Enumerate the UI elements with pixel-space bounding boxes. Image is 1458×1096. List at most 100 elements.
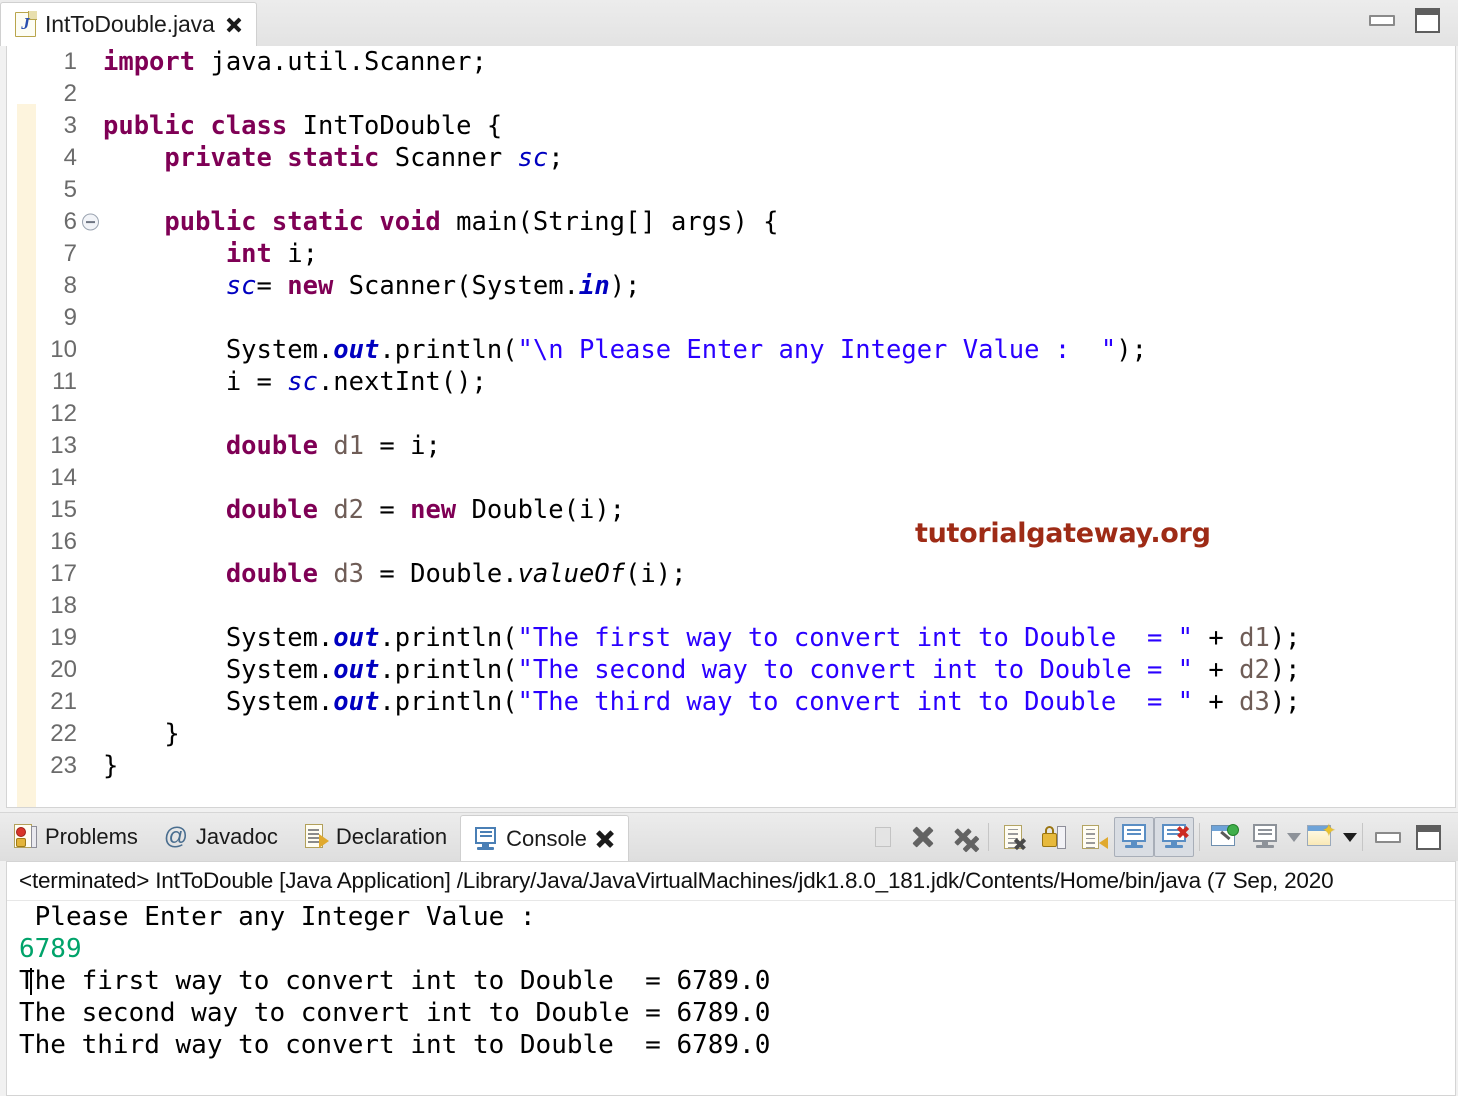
line-number: 19 xyxy=(50,624,77,651)
editor-tab-row: J IntToDouble.java xyxy=(0,0,1458,46)
clear-console-icon xyxy=(1003,824,1025,850)
editor-tab-inttodouble[interactable]: J IntToDouble.java xyxy=(0,2,257,46)
code-line: 15 double d2 = new Double(i); xyxy=(7,494,1455,526)
tab-declaration[interactable]: Declaration xyxy=(291,813,460,861)
code-text: } xyxy=(103,719,180,749)
stop-square-icon xyxy=(875,827,891,847)
code-editor[interactable]: 1 import java.util.Scanner; 2 3 public class… xyxy=(6,46,1456,808)
chevron-down-icon[interactable] xyxy=(1287,832,1301,842)
pin-console-button[interactable] xyxy=(1205,817,1245,857)
code-line: 7 int i; xyxy=(7,238,1455,270)
minimize-icon[interactable] xyxy=(1369,14,1395,26)
code-text: System.out.println("\n Please Enter any … xyxy=(103,335,1147,365)
line-number: 3 xyxy=(63,112,77,139)
console-output[interactable]: Please Enter any Integer Value : 6789 The… xyxy=(7,900,1455,1095)
code-line: 10 System.out.println("\n Please Enter a… xyxy=(7,334,1455,366)
line-number: 8 xyxy=(63,272,77,299)
code-text: double d3 = Double.valueOf(i); xyxy=(225,559,687,589)
line-number: 4 xyxy=(63,144,77,171)
remove-launch-button[interactable] xyxy=(903,817,943,857)
maximize-icon xyxy=(1415,824,1441,850)
code-line: 1 import java.util.Scanner; xyxy=(7,46,1455,78)
code-text: System.out.println("The second way to co… xyxy=(103,655,1301,685)
display-selected-console-button[interactable] xyxy=(1245,817,1285,857)
show-console-error-icon xyxy=(1160,824,1188,850)
editor-tab-label: IntToDouble.java xyxy=(45,11,215,37)
line-number: 18 xyxy=(50,592,77,619)
tab-row-spacer xyxy=(257,0,1369,46)
code-text: double d1 = i; xyxy=(225,431,441,461)
problems-icon xyxy=(13,824,37,850)
code-text: System.out.println("The third way to con… xyxy=(103,687,1301,717)
toolbar-separator xyxy=(1362,823,1363,851)
console-input-line: 6789 xyxy=(19,934,82,964)
tab-problems-label: Problems xyxy=(45,824,138,849)
tab-console[interactable]: Console xyxy=(460,815,629,861)
code-line: 21 System.out.println("The third way to … xyxy=(7,686,1455,718)
terminate-button[interactable] xyxy=(863,817,903,857)
tab-problems[interactable]: Problems xyxy=(0,813,151,861)
maximize-view-button[interactable] xyxy=(1408,817,1448,857)
watermark-text: tutorialgateway.org xyxy=(915,518,1211,549)
code-text: import java.util.Scanner; xyxy=(103,47,487,77)
line-number: 10 xyxy=(50,336,77,363)
monitor-icon xyxy=(1251,824,1279,850)
tab-console-label: Console xyxy=(506,825,587,851)
line-number: 21 xyxy=(50,688,77,715)
line-number: 7 xyxy=(63,240,77,267)
tab-javadoc[interactable]: @ Javadoc xyxy=(151,813,291,861)
code-line: 23} xyxy=(7,750,1455,782)
line-number: 17 xyxy=(50,560,77,587)
console-output-line: Please Enter any Integer Value : xyxy=(19,902,552,932)
show-console-on-error-button[interactable] xyxy=(1154,817,1194,857)
pin-icon xyxy=(1211,824,1239,850)
line-number: 14 xyxy=(50,464,77,491)
line-number: 20 xyxy=(50,656,77,683)
close-icon[interactable] xyxy=(595,829,615,849)
code-text: public static void main(String[] args) { xyxy=(164,207,779,237)
code-line: 8 sc= new Scanner(System.in); xyxy=(7,270,1455,302)
close-icon[interactable] xyxy=(224,15,244,35)
code-line: 4 private static Scanner sc; xyxy=(7,142,1455,174)
console-status-line: <terminated> IntToDouble [Java Applicati… xyxy=(19,868,1334,893)
java-file-icon: J xyxy=(15,11,37,37)
code-line: 16 xyxy=(7,526,1455,558)
line-number: 12 xyxy=(50,400,77,427)
x-icon xyxy=(911,825,935,849)
code-line: 12 xyxy=(7,398,1455,430)
text-caret xyxy=(30,968,32,995)
maximize-icon[interactable] xyxy=(1415,7,1440,33)
editor-window-buttons xyxy=(1369,7,1458,39)
code-line: 14 xyxy=(7,462,1455,494)
code-line: 11 i = sc.nextInt(); xyxy=(7,366,1455,398)
new-console-icon: ✦ xyxy=(1307,822,1336,850)
scroll-lock-button[interactable] xyxy=(1034,817,1074,857)
remove-all-terminated-button[interactable] xyxy=(943,817,983,857)
code-line: 6 public static void main(String[] args)… xyxy=(7,206,1455,238)
line-number: 5 xyxy=(63,176,77,203)
code-text: sc= new Scanner(System.in); xyxy=(225,271,641,301)
code-text: } xyxy=(103,751,119,781)
chevron-down-icon[interactable] xyxy=(1343,832,1357,842)
clear-console-button[interactable] xyxy=(994,817,1034,857)
tab-declaration-label: Declaration xyxy=(335,824,448,849)
code-line: 9 xyxy=(7,302,1455,334)
code-line: 20 System.out.println("The second way to… xyxy=(7,654,1455,686)
console-body[interactable]: <terminated> IntToDouble [Java Applicati… xyxy=(6,861,1456,1096)
code-line: 13 double d1 = i; xyxy=(7,430,1455,462)
line-number: 23 xyxy=(50,752,77,779)
minimize-view-button[interactable] xyxy=(1368,817,1408,857)
toolbar-separator xyxy=(988,823,989,851)
word-wrap-icon xyxy=(1082,824,1108,850)
code-text: private static Scanner sc; xyxy=(164,143,564,173)
code-text: System.out.println("The first way to con… xyxy=(103,623,1301,653)
word-wrap-button[interactable] xyxy=(1074,817,1114,857)
line-number: 2 xyxy=(63,80,77,107)
line-number: 16 xyxy=(50,528,77,555)
console-icon xyxy=(474,826,498,852)
show-console-on-output-button[interactable] xyxy=(1114,817,1154,857)
open-console-button[interactable]: ✦ xyxy=(1301,817,1341,857)
code-text: public class IntToDouble { xyxy=(103,111,503,141)
line-number: 13 xyxy=(50,432,77,459)
line-number: 1 xyxy=(63,48,77,75)
